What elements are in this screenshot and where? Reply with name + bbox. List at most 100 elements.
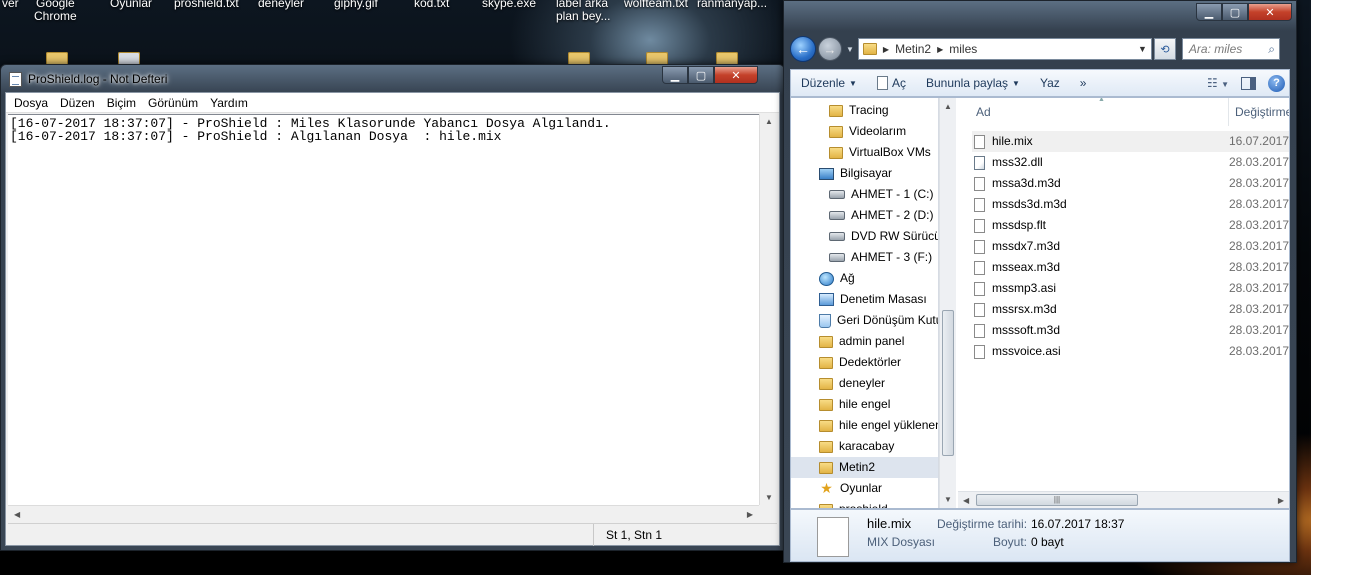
- file-row[interactable]: mssrsx.m3d 28.03.2017: [972, 299, 1289, 320]
- file-row[interactable]: mssmp3.asi 28.03.2017: [972, 278, 1289, 299]
- tree-item-videolarim[interactable]: Videolarım: [829, 121, 906, 142]
- address-dropdown-icon[interactable]: ▼: [1138, 44, 1147, 54]
- tree-item-denetim-masasi[interactable]: Denetim Masası: [819, 289, 927, 310]
- scroll-down-arrow-icon[interactable]: ▼: [765, 493, 773, 502]
- tree-item-dedektorler[interactable]: Dedektörler: [819, 352, 901, 373]
- file-row-hile-mix[interactable]: hile.mix 16.07.2017: [972, 131, 1289, 152]
- file-row[interactable]: mssa3d.m3d 28.03.2017: [972, 173, 1289, 194]
- details-pane: hile.mix MIX Dosyası Değiştirme tarihi: …: [790, 509, 1290, 562]
- explorer-window: ▁ ▢ ✕ ← → ▼ ▶ Metin2 ▶ miles ▼ ⟲ Ara: mi…: [783, 0, 1297, 563]
- file-icon: [974, 302, 985, 317]
- tree-item-tracing[interactable]: Tracing: [829, 100, 889, 121]
- breadcrumb-separator-icon[interactable]: ▶: [883, 45, 889, 54]
- menu-yardim[interactable]: Yardım: [204, 96, 254, 110]
- desktop-shortcut-ranmanyap[interactable]: ranmanyap...: [697, 0, 767, 10]
- preview-pane-icon[interactable]: [1241, 76, 1256, 90]
- recent-pages-dropdown-icon[interactable]: ▼: [846, 45, 854, 54]
- text-editor[interactable]: [16-07-2017 18:37:07] - ProShield : Mile…: [8, 114, 759, 505]
- file-row[interactable]: msseax.m3d 28.03.2017: [972, 257, 1289, 278]
- open-button[interactable]: Aç: [867, 76, 916, 90]
- menu-bicim[interactable]: Biçim: [101, 96, 142, 110]
- share-button[interactable]: Bununla paylaş ▼: [916, 76, 1030, 90]
- horizontal-scrollbar[interactable]: ◀ ▶: [8, 505, 759, 523]
- breadcrumb-metin2[interactable]: Metin2: [895, 42, 931, 56]
- column-header-modified[interactable]: Değiştirme: [1235, 98, 1289, 126]
- folder-icon: [819, 419, 833, 432]
- minimize-button[interactable]: ▁: [1196, 3, 1222, 21]
- desktop-shortcut-chrome[interactable]: Google Chrome: [34, 0, 77, 23]
- tree-item-dvd[interactable]: DVD RW Sürücüsü: [829, 226, 938, 247]
- breadcrumb-miles[interactable]: miles: [949, 42, 977, 56]
- desktop-shortcut-giphy[interactable]: giphy.gif: [334, 0, 378, 10]
- breadcrumb-separator-icon[interactable]: ▶: [937, 45, 943, 54]
- tree-item-bilgisayar[interactable]: Bilgisayar: [819, 163, 892, 184]
- tree-item-oyunlar[interactable]: ★ Oyunlar: [819, 478, 882, 499]
- file-row[interactable]: mssdsp.flt 28.03.2017: [972, 215, 1289, 236]
- desktop-shortcut-label-arka-plan[interactable]: label arka plan bey...: [556, 0, 610, 23]
- tree-item-drive-f[interactable]: AHMET - 3 (F:): [829, 247, 932, 268]
- close-button[interactable]: ✕: [714, 66, 758, 84]
- tree-item-ag[interactable]: Ağ: [819, 268, 855, 289]
- tree-item-proshield[interactable]: proshield: [819, 499, 888, 508]
- scroll-up-arrow-icon[interactable]: ▲: [765, 117, 773, 126]
- desktop-shortcut-deneyler[interactable]: deneyler: [258, 0, 304, 10]
- navigation-scrollbar[interactable]: ▲ ▼: [939, 98, 956, 508]
- tree-item-hile-engel-yuklenen[interactable]: hile engel yüklenen: [819, 415, 938, 436]
- tree-item-virtualbox[interactable]: VirtualBox VMs: [829, 142, 931, 163]
- tree-item-geri-donusum[interactable]: Geri Dönüşüm Kutusu: [819, 310, 938, 331]
- address-bar[interactable]: ▶ Metin2 ▶ miles ▼: [857, 38, 1152, 60]
- tree-item-deneyler[interactable]: deneyler: [819, 373, 885, 394]
- search-input[interactable]: Ara: miles ⌕: [1181, 38, 1280, 60]
- file-row[interactable]: mssvoice.asi 28.03.2017: [972, 341, 1289, 362]
- column-header-name[interactable]: Ad: [976, 98, 991, 126]
- scroll-right-arrow-icon[interactable]: ▶: [1278, 496, 1284, 505]
- tree-item-drive-d[interactable]: AHMET - 2 (D:): [829, 205, 933, 226]
- maximize-button[interactable]: ▢: [688, 66, 714, 84]
- search-icon[interactable]: ⌕: [1268, 39, 1275, 59]
- maximize-button[interactable]: ▢: [1222, 3, 1248, 21]
- scroll-left-arrow-icon[interactable]: ◀: [14, 510, 20, 519]
- organize-button[interactable]: Düzenle ▼: [791, 76, 867, 90]
- file-list-horizontal-scrollbar[interactable]: ◀ ||| ▶: [958, 491, 1289, 508]
- tree-item-admin-panel[interactable]: admin panel: [819, 331, 904, 352]
- column-separator[interactable]: [1228, 98, 1229, 126]
- burn-button[interactable]: Yaz: [1030, 76, 1070, 90]
- folder-icon: [829, 146, 843, 159]
- title-bar[interactable]: ProShield.log - Not Defteri: [9, 69, 167, 89]
- scroll-down-arrow-icon[interactable]: ▼: [944, 495, 952, 504]
- menu-gorunum[interactable]: Görünüm: [142, 96, 204, 110]
- desktop-shortcut-kod-txt[interactable]: kod.txt: [414, 0, 449, 10]
- file-row[interactable]: mss32.dll 28.03.2017: [972, 152, 1289, 173]
- file-row[interactable]: mssds3d.m3d 28.03.2017: [972, 194, 1289, 215]
- scroll-right-arrow-icon[interactable]: ▶: [747, 510, 753, 519]
- view-options-icon[interactable]: ☷ ▼: [1207, 76, 1229, 90]
- file-row[interactable]: msssoft.m3d 28.03.2017: [972, 320, 1289, 341]
- tree-item-hile-engel[interactable]: hile engel: [819, 394, 890, 415]
- tree-item-label: Bilgisayar: [840, 166, 893, 180]
- menu-dosya[interactable]: Dosya: [8, 96, 54, 110]
- scroll-up-arrow-icon[interactable]: ▲: [944, 102, 952, 111]
- tree-item-karacabay[interactable]: karacabay: [819, 436, 894, 457]
- desktop-shortcut-label[interactable]: ver: [2, 0, 19, 10]
- desktop-shortcut-skype[interactable]: skype.exe: [482, 0, 536, 10]
- desktop-shortcut-oyunlar[interactable]: Oyunlar: [110, 0, 152, 10]
- file-row[interactable]: mssdx7.m3d 28.03.2017: [972, 236, 1289, 257]
- desktop-shortcut-proshield-txt[interactable]: proshield.txt: [174, 0, 239, 10]
- back-arrow-icon[interactable]: ←: [790, 36, 816, 62]
- minimize-button[interactable]: ▁: [662, 66, 688, 84]
- forward-arrow-icon[interactable]: →: [818, 37, 842, 61]
- scroll-thumb[interactable]: [942, 310, 954, 456]
- scroll-left-arrow-icon[interactable]: ◀: [963, 496, 969, 505]
- tree-item-metin2[interactable]: Metin2: [791, 457, 938, 478]
- tree-item-drive-c[interactable]: AHMET - 1 (C:): [829, 184, 933, 205]
- menu-duzen[interactable]: Düzen: [54, 96, 101, 110]
- scroll-thumb[interactable]: |||: [976, 494, 1138, 506]
- more-commands-button[interactable]: »: [1070, 76, 1097, 90]
- vertical-scrollbar[interactable]: ▲ ▼: [759, 114, 777, 505]
- close-button[interactable]: ✕: [1248, 3, 1292, 21]
- refresh-icon[interactable]: ⟲: [1153, 38, 1176, 60]
- dvd-drive-icon: [829, 232, 845, 241]
- help-icon[interactable]: ?: [1268, 74, 1285, 92]
- desktop-shortcut-wolfteam[interactable]: wolfteam.txt: [624, 0, 688, 10]
- file-list: Ad ▲ Değiştirme hile.mix 16.07.2017 mss32…: [958, 98, 1289, 508]
